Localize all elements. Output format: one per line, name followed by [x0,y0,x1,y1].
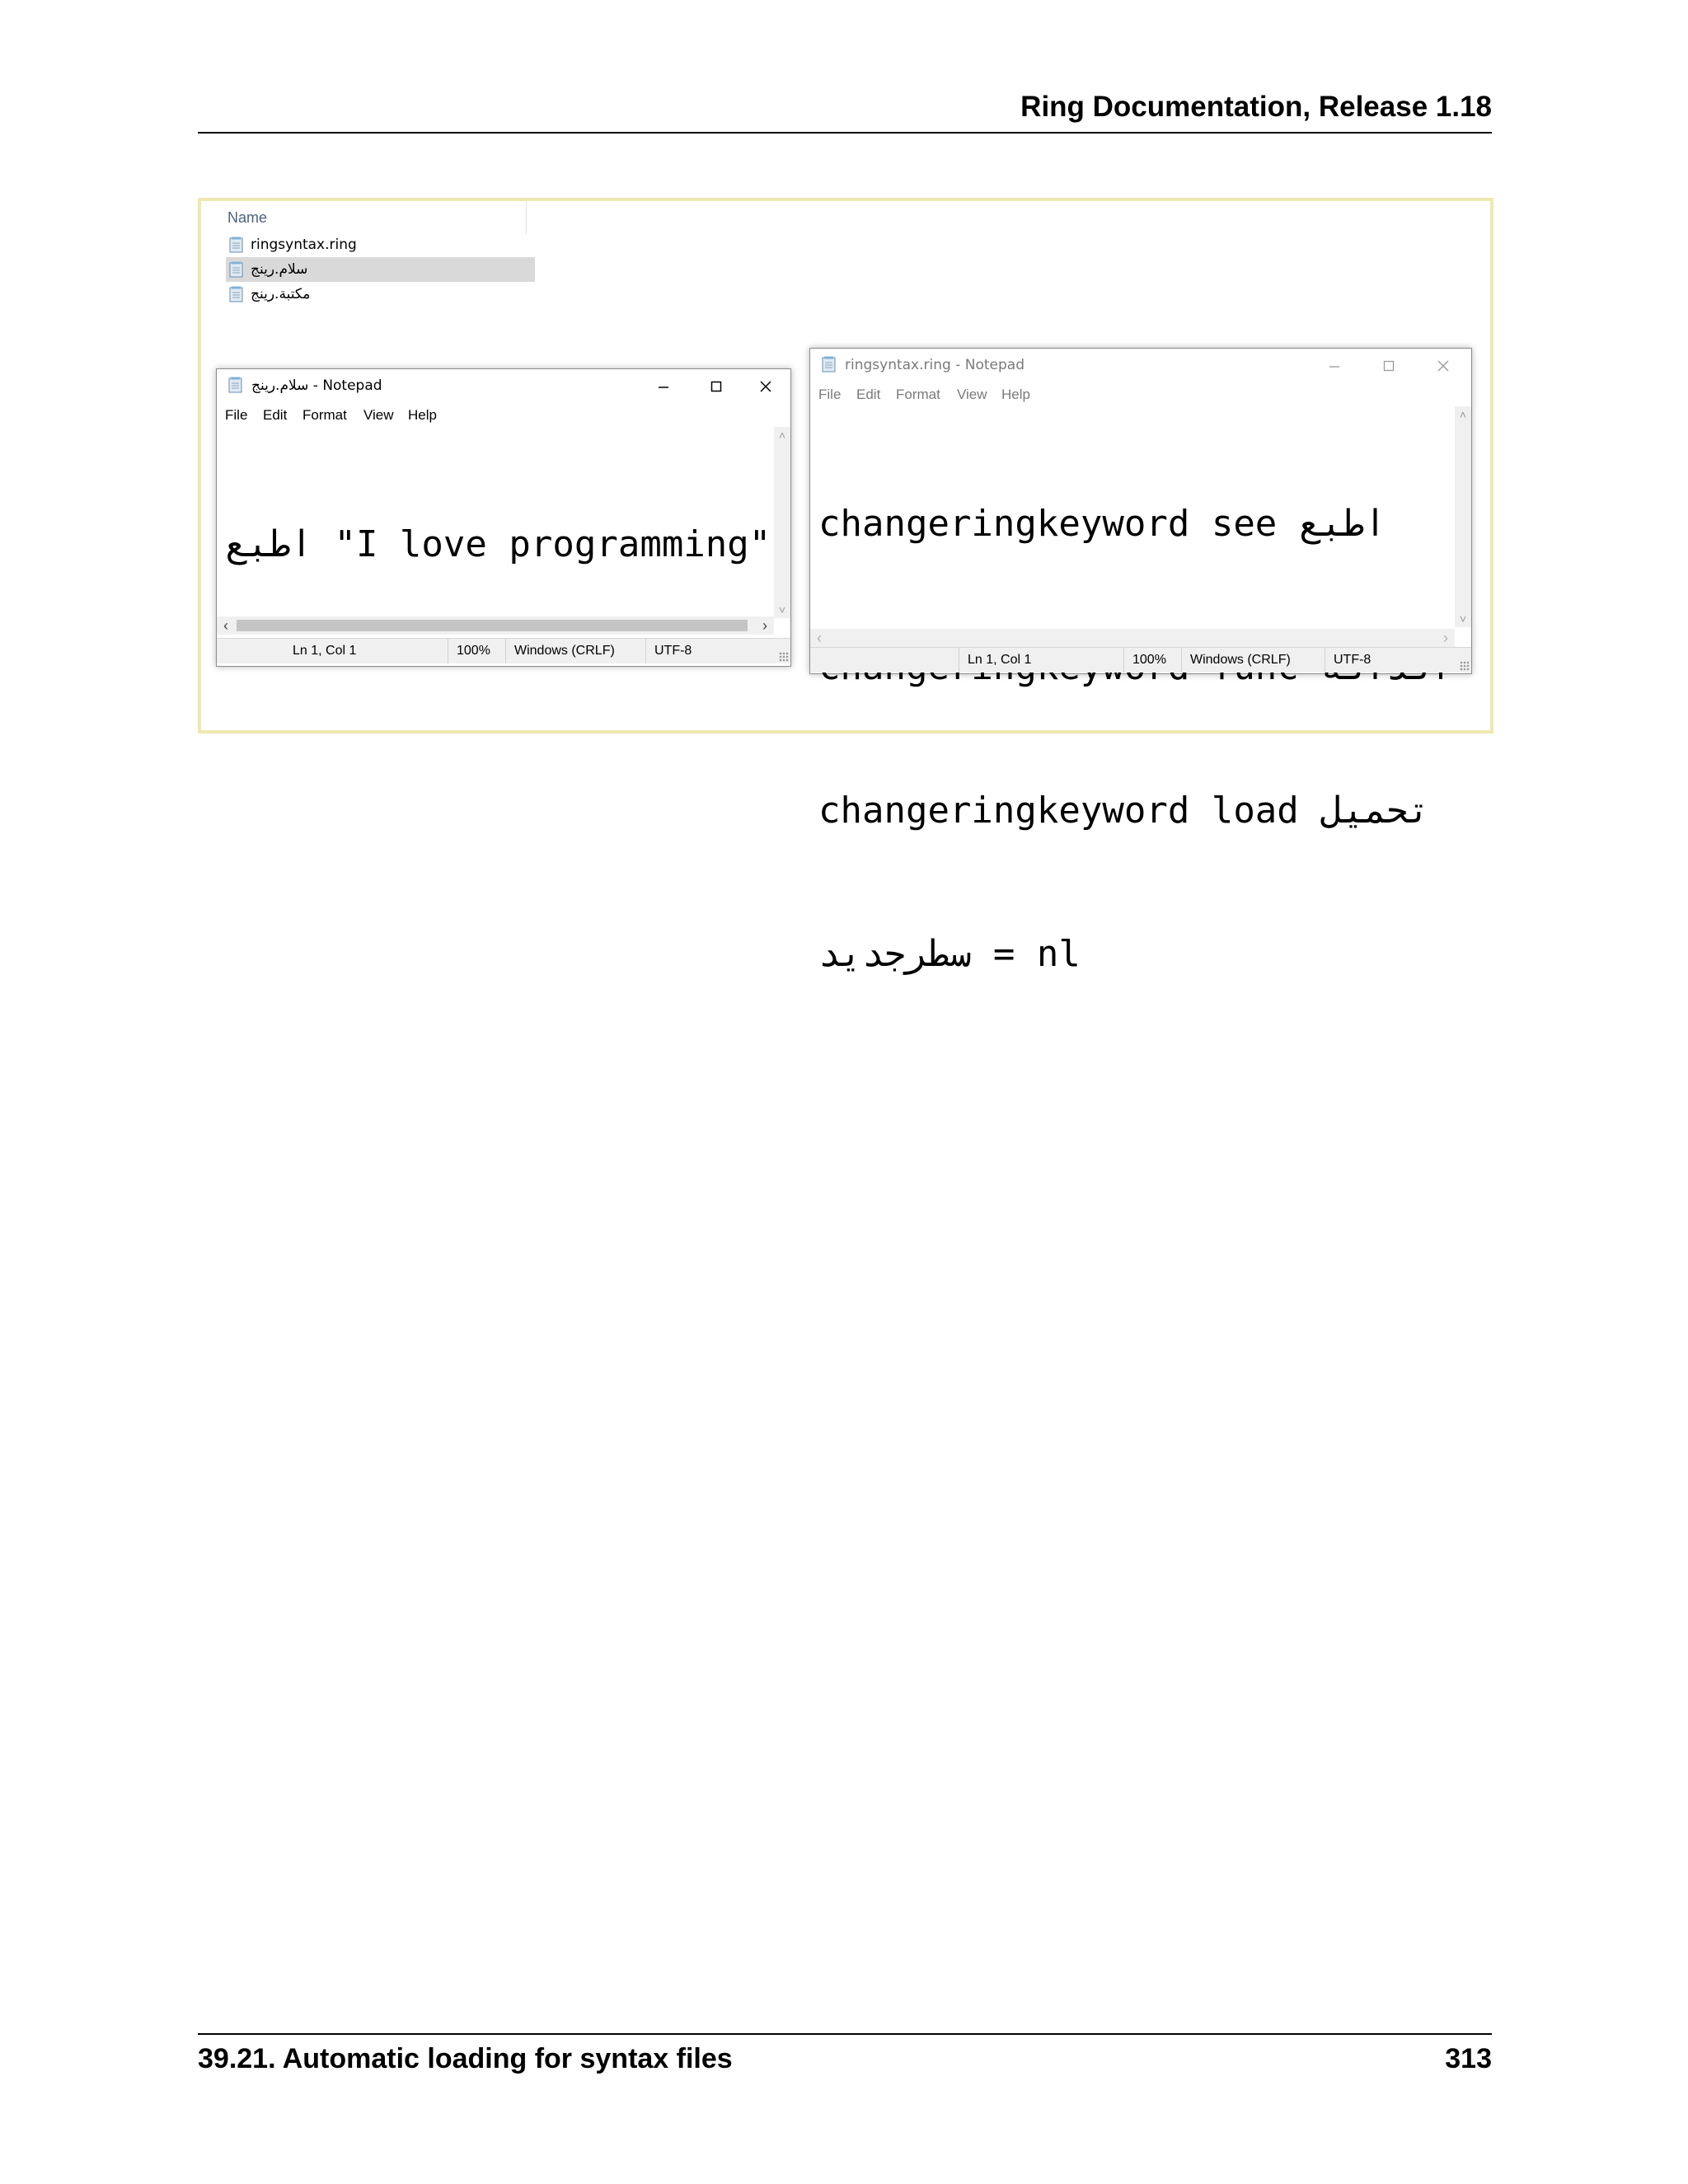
menu-format[interactable]: Format [896,387,940,403]
page-footer: 39.21. Automatic loading for syntax file… [198,2033,1492,2084]
column-divider[interactable] [526,201,527,234]
resize-grip-icon[interactable] [779,652,789,662]
file-name: ringsyntax.ring [251,237,357,253]
close-icon[interactable] [741,374,790,399]
title-bar[interactable]: ringsyntax.ring - Notepad [810,349,1471,382]
editor-line: changeringkeyword load تحميل [818,790,1430,832]
menu-file[interactable]: File [225,407,247,424]
chevron-down-icon[interactable]: ˅ [1455,612,1471,626]
status-spacer [810,648,967,673]
vertical-scrollbar[interactable]: ˄ ˅ [1455,406,1471,627]
file-row[interactable]: ringsyntax.ring [226,232,535,257]
editor-line: changeringkeyword see اطبع [818,503,1386,545]
status-zoom: 100% [1123,648,1180,673]
status-position: Ln 1, Col 1 [959,648,1124,673]
status-encoding: UTF-8 [645,639,762,663]
status-spacer [217,639,291,663]
minimize-icon[interactable] [639,374,688,399]
file-row[interactable]: مكتبة.رينج [226,282,535,307]
menu-help[interactable]: Help [1001,387,1030,403]
resize-grip-icon[interactable] [1460,661,1470,671]
file-row-selected[interactable]: سلام.رينج [226,257,535,282]
file-name: مكتبة.رينج [251,286,311,302]
section-title: 39.21. Automatic loading for syntax file… [198,2043,733,2074]
status-bar: Ln 1, Col 1 100% Windows (CRLF) UTF-8 [217,638,790,663]
maximize-icon[interactable] [1364,354,1414,378]
notepad-app-icon [228,377,243,393]
menu-bar: File Edit Format View Help [810,383,1471,406]
editor-line: اطبع "I love programming" [225,523,771,565]
file-name: سلام.رينج [251,261,308,278]
screenshot-figure: Name ringsyntax.ring سلام.رينج مكتبة.رين… [198,198,1493,975]
chevron-up-icon[interactable]: ˄ [1455,408,1471,421]
chevron-down-icon[interactable]: ˅ [774,603,790,616]
notepad-window-ringsyntax[interactable]: ringsyntax.ring - Notepad File Edit Form… [809,348,1472,975]
menu-edit[interactable]: Edit [263,407,287,424]
notepad-file-icon [229,286,244,302]
status-zoom: 100% [448,639,504,663]
menu-help[interactable]: Help [408,407,437,424]
vertical-scrollbar[interactable]: ˄ ˅ [774,427,790,618]
column-header-name[interactable]: Name [227,209,267,227]
menu-file[interactable]: File [818,387,841,403]
notepad-window-salam[interactable]: سلام.رينج - Notepad File Edit Format Vie… [216,368,791,667]
close-icon[interactable] [1418,354,1468,378]
maximize-icon[interactable] [692,374,741,399]
notepad-app-icon [822,356,837,373]
chevron-right-icon[interactable]: › [756,616,774,635]
menu-edit[interactable]: Edit [856,387,880,403]
page-number: 313 [1445,2043,1492,2074]
editor-line: سطرجديد = nl [818,933,1081,975]
chevron-right-icon[interactable]: › [1437,629,1455,647]
title-bar[interactable]: سلام.رينج - Notepad [217,369,790,402]
notepad-file-icon [229,237,244,253]
notepad-file-icon [229,261,244,278]
menu-view[interactable]: View [957,387,987,403]
menu-bar: File Edit Format View Help [217,404,790,427]
minimize-icon[interactable] [1310,354,1359,378]
chevron-left-icon[interactable]: ‹ [810,629,828,647]
horizontal-scrollbar[interactable]: ‹ › [810,629,1455,647]
status-line-endings: Windows (CRLF) [505,639,638,663]
scroll-thumb[interactable] [237,620,748,631]
status-bar: Ln 1, Col 1 100% Windows (CRLF) UTF-8 [810,647,1471,673]
page-header: Ring Documentation, Release 1.18 [198,91,1492,134]
chevron-up-icon[interactable]: ˄ [774,429,790,442]
menu-format[interactable]: Format [302,407,347,424]
window-title: سلام.رينج - Notepad [251,377,382,394]
document-title: Ring Documentation, Release 1.18 [1020,91,1492,123]
text-editor[interactable]: changeringkeyword see اطبع changeringkey… [818,405,1451,1074]
status-encoding: UTF-8 [1325,648,1457,673]
status-line-endings: Windows (CRLF) [1181,648,1322,673]
chevron-left-icon[interactable]: ‹ [217,616,235,635]
file-explorer: Name ringsyntax.ring سلام.رينج مكتبة.رين… [201,201,547,308]
window-title: ringsyntax.ring - Notepad [845,357,1025,373]
menu-view[interactable]: View [363,407,394,424]
horizontal-scrollbar[interactable]: ‹ › [217,616,774,635]
status-position: Ln 1, Col 1 [293,644,357,658]
